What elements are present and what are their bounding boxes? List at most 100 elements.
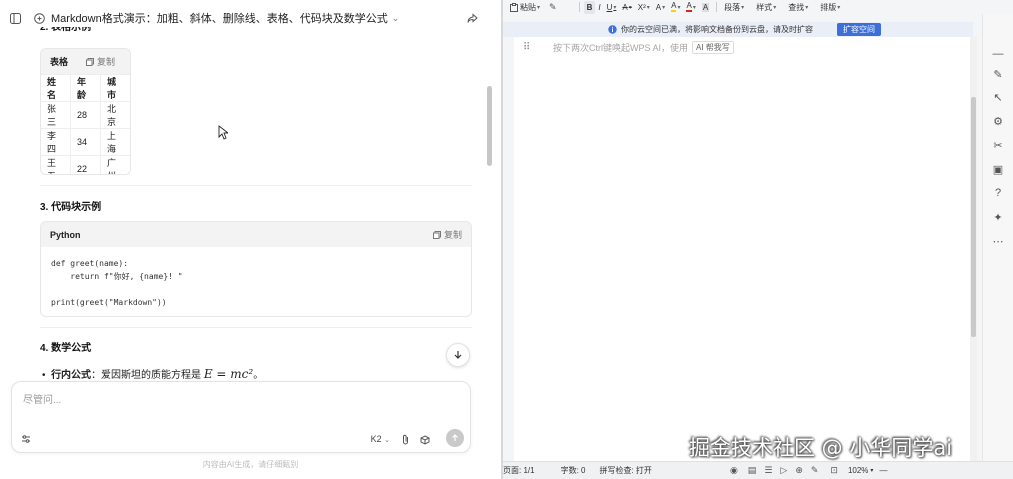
section-title-partial: 2. 表格示例 [40, 27, 92, 33]
underline-button[interactable]: U ▾ [604, 1, 620, 14]
minus-icon[interactable]: — [991, 47, 1005, 61]
font-color-button[interactable]: A ▾ [683, 1, 698, 14]
underline-label: U [606, 2, 613, 12]
table-cell: 广州 [100, 155, 130, 174]
code-line: return f"你好, {name}! " [51, 272, 183, 281]
italic-button[interactable]: I [595, 1, 603, 14]
chevron-down-icon[interactable]: ⌄ [392, 13, 400, 24]
document-area: ⠿ 按下两次Ctrl键唤起WPS AI，使用 AI 帮我写 [503, 37, 974, 461]
table-cell: 张三 [41, 101, 71, 129]
wps-window: 粘贴 ▾ ✎ B I U ▾ A ▾ X² ▾ A ▾ A ▾ A ▾ A 段落 ▾ 样式 ▾ 查… [503, 0, 1013, 479]
strikethrough-button[interactable]: A ▾ [619, 1, 634, 14]
document-scrollbar[interactable] [970, 37, 977, 461]
settings-sliders-icon[interactable] [21, 434, 31, 444]
format-painter-icon[interactable]: ✎ [549, 2, 557, 13]
table-card-header: 表格 复制 [41, 49, 130, 74]
code-card: Python 复制 def greet(name): return f"你好, … [40, 221, 472, 317]
tools-icon[interactable]: ✂ [991, 138, 1005, 152]
pen-icon[interactable]: ✎ [991, 67, 1005, 81]
table-copy-button[interactable]: 复制 [86, 55, 115, 68]
copy-icon [432, 230, 441, 239]
formula-period: 。 [253, 370, 264, 381]
attachment-icon[interactable] [401, 434, 410, 445]
strikethrough-label: A [622, 2, 628, 12]
text-effect-button[interactable]: A ▾ [653, 1, 668, 14]
adjust-icon[interactable]: ⚙ [991, 114, 1005, 128]
paragraph-menu[interactable]: 段落 ▾ [721, 1, 747, 14]
highlight-button[interactable]: A ▾ [668, 1, 683, 14]
dropdown-arrow-icon: ▾ [646, 4, 650, 11]
chat-input-placeholder[interactable]: 尽管问... [23, 391, 61, 406]
document-scroll-thumb[interactable] [971, 97, 976, 337]
model-label: K2 [370, 434, 382, 444]
expand-storage-button[interactable]: 扩容空间 [837, 23, 881, 36]
layout-label: 排版 [820, 2, 837, 12]
sidebar-toggle-icon[interactable] [9, 12, 21, 24]
code-line: print(greet("Markdown")) [51, 298, 167, 307]
word-count[interactable]: 字数: 0 [561, 465, 586, 476]
watermark-text: 掘金技术社区 @ 小华同学ai [689, 436, 953, 460]
play-icon[interactable]: ▷ [780, 465, 787, 476]
table-header-cell: 姓名 [41, 74, 71, 102]
send-button[interactable] [446, 429, 464, 447]
dropdown-arrow-icon: ▾ [773, 4, 777, 11]
table-row: 李四 34 上海 [41, 128, 130, 156]
wps-ai-hint: 按下两次Ctrl键唤起WPS AI，使用 AI 帮我写 [553, 41, 734, 54]
outline-view-icon[interactable]: ☰ [764, 465, 772, 476]
table-card-label: 表格 [50, 57, 69, 67]
paste-label: 粘贴 [520, 2, 536, 12]
cube-icon[interactable] [420, 435, 430, 445]
notice-text: 你的云空间已满，将影响文档备份到云盘，请及时扩容 [621, 25, 813, 34]
drag-handle-icon[interactable]: ⠿ [523, 42, 530, 53]
char-shading-button[interactable]: A [699, 1, 712, 14]
styles-menu[interactable]: 样式 ▾ [753, 1, 779, 14]
italic-label: I [598, 2, 601, 12]
paste-button[interactable]: 粘贴 ▾ [507, 1, 543, 14]
select-cursor-icon[interactable]: ↖ [991, 90, 1005, 104]
section-title-code: 3. 代码块示例 [40, 202, 102, 213]
zoom-out-button[interactable]: — [879, 466, 887, 475]
dropdown-arrow-icon: ▾ [741, 4, 745, 11]
paragraph-label: 段落 [724, 2, 741, 12]
chat-input-box[interactable]: 尽管问... K2 ⌄ [11, 381, 471, 453]
new-chat-icon[interactable] [33, 12, 45, 24]
highlight-label: A [671, 1, 677, 12]
superscript-button[interactable]: X² ▾ [635, 1, 653, 14]
bold-button[interactable]: B [583, 0, 596, 14]
scroll-down-button[interactable] [446, 343, 470, 367]
dropdown-arrow-icon: ▾ [677, 4, 681, 11]
page-count[interactable]: 页面: 1/1 [503, 465, 535, 476]
styles-label: 样式 [756, 2, 773, 12]
table-cell: 28 [70, 101, 102, 129]
find-menu[interactable]: 查找 ▾ [785, 1, 811, 14]
layout-menu[interactable]: 排版 ▾ [817, 1, 843, 14]
dropdown-arrow-icon: ▾ [805, 4, 809, 11]
more-icon[interactable]: ⋯ [991, 234, 1005, 248]
image-check-icon[interactable]: ▣ [991, 162, 1005, 176]
chat-title[interactable]: Markdown格式演示：加粗、斜体、删除线、表格、代码块及数学公式 [51, 10, 388, 26]
table-row: 张三 28 北京 [41, 101, 130, 129]
eye-icon[interactable]: ◉ [730, 465, 738, 476]
arrow-down-icon [454, 351, 462, 359]
ai-disclaimer: 内容由AI生成，请仔细甄别 [202, 460, 299, 469]
spell-check[interactable]: 拼写检查: 打开 [599, 465, 651, 476]
help-icon[interactable]: ? [991, 186, 1005, 200]
fit-icon[interactable]: ⊡ [830, 465, 838, 476]
dropdown-arrow-icon: ▾ [537, 4, 541, 11]
page-view-icon[interactable]: ▤ [748, 465, 757, 476]
table-cell: 王五 [41, 155, 71, 174]
zoom-level[interactable]: 102% [848, 466, 868, 475]
find-label: 查找 [788, 2, 805, 12]
code-copy-button[interactable]: 复制 [432, 228, 462, 241]
chat-scrollbar[interactable] [487, 86, 492, 166]
edit-icon[interactable]: ✎ [811, 465, 819, 476]
web-view-icon[interactable]: ⊕ [795, 465, 803, 476]
share-settings-icon[interactable]: ✦ [991, 210, 1005, 224]
model-selector[interactable]: K2 ⌄ [371, 434, 390, 444]
document-page[interactable]: ⠿ 按下两次Ctrl键唤起WPS AI，使用 AI 帮我写 [514, 37, 974, 461]
dropdown-arrow-icon[interactable]: ▾ [870, 467, 873, 474]
ai-write-button[interactable]: AI 帮我写 [692, 41, 734, 54]
share-icon[interactable] [466, 12, 478, 24]
mouse-cursor-icon [218, 125, 228, 140]
table-header-cell: 年龄 [70, 74, 102, 102]
